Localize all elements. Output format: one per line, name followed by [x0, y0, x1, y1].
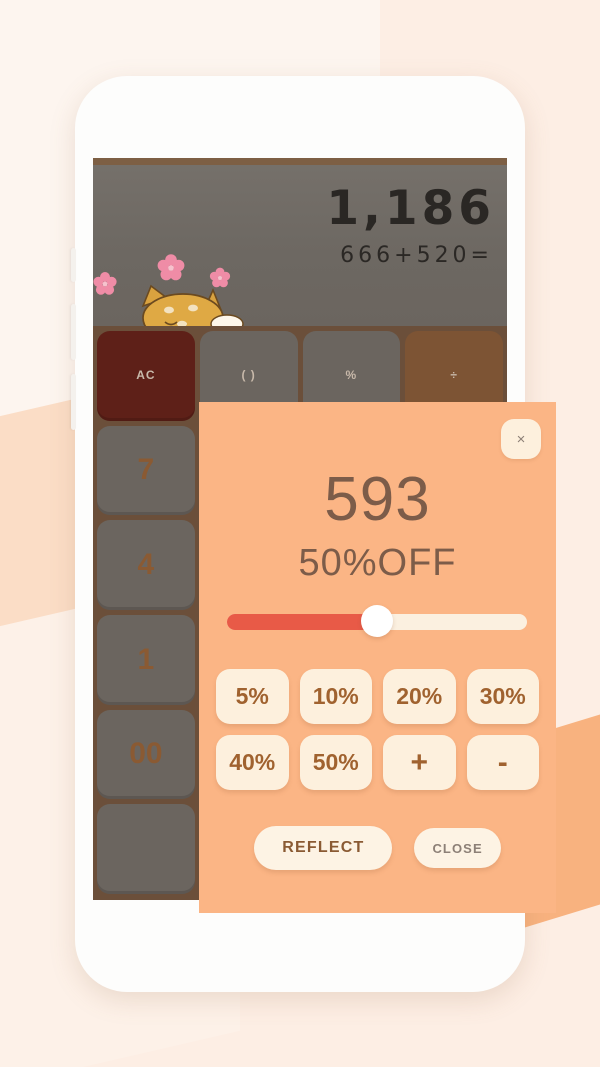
key-ac[interactable]: AC	[97, 331, 195, 421]
percent-button-label: 10%	[312, 683, 359, 709]
reflect-button[interactable]: REFLECT	[254, 826, 393, 870]
key-label: 00	[129, 737, 163, 771]
percent-button-label: 40%	[229, 749, 276, 775]
key-label: AC	[136, 367, 156, 382]
percent-button-label: -	[497, 745, 508, 779]
percent-button-label: 5%	[235, 683, 269, 709]
key-label: ( )	[241, 367, 256, 382]
percent-preset-grid: 5% 10% 20% 30% 40% 50% + -	[216, 669, 539, 790]
volume-up-button[interactable]	[71, 304, 76, 360]
fox-cat-mascot-icon	[93, 254, 244, 330]
phone-device-frame: 1,186 666+520= AC () % ÷ 7 4 1 00 × 593…	[71, 76, 556, 992]
calculator-expression: 666+520=	[340, 243, 493, 268]
modal-action-row: REFLECT CLOSE	[199, 826, 556, 870]
calculator-result: 1,186	[326, 181, 495, 236]
percent-button-20[interactable]: 20%	[383, 669, 456, 724]
slider-thumb[interactable]	[361, 605, 393, 637]
key-label: 7	[137, 453, 155, 487]
percent-button-5[interactable]: 5%	[216, 669, 289, 724]
key-label: ÷	[450, 367, 458, 382]
key-label: 1	[137, 642, 155, 676]
key-label: %	[345, 367, 358, 382]
percent-button-label: 50%	[312, 749, 359, 775]
percent-button-40[interactable]: 40%	[216, 735, 289, 790]
key-spare-a[interactable]	[97, 804, 195, 894]
close-button[interactable]: CLOSE	[414, 828, 501, 868]
key-1[interactable]: 1	[97, 614, 195, 705]
percent-button-label: 20%	[396, 683, 443, 709]
key-7[interactable]: 7	[97, 425, 195, 516]
reflect-button-label: REFLECT	[282, 839, 365, 856]
key-double-zero[interactable]: 00	[97, 709, 195, 800]
key-label: 4	[137, 548, 155, 582]
slider-fill	[227, 614, 377, 630]
percent-increment-button[interactable]: +	[383, 735, 456, 790]
percent-button-50[interactable]: 50%	[299, 735, 372, 790]
discount-modal: × 593 50%OFF 5% 10% 20% 30% 40% 50% + - …	[199, 402, 556, 913]
calculator-display: 1,186 666+520=	[93, 158, 507, 330]
key-4[interactable]: 4	[97, 520, 195, 610]
close-icon[interactable]: ×	[501, 419, 541, 459]
discount-percent-label: 50%OFF	[298, 542, 457, 584]
percent-button-10[interactable]: 10%	[299, 669, 372, 724]
percent-button-label: +	[410, 745, 429, 779]
percent-decrement-button[interactable]: -	[466, 735, 539, 790]
silent-switch-button[interactable]	[71, 248, 76, 282]
close-button-label: CLOSE	[432, 840, 483, 856]
discount-amount-value: 593	[324, 465, 431, 534]
percent-button-label: 30%	[479, 683, 526, 709]
percent-button-30[interactable]: 30%	[466, 669, 539, 724]
volume-down-button[interactable]	[71, 374, 76, 430]
discount-slider[interactable]	[227, 605, 527, 637]
close-icon-glyph: ×	[516, 430, 526, 448]
